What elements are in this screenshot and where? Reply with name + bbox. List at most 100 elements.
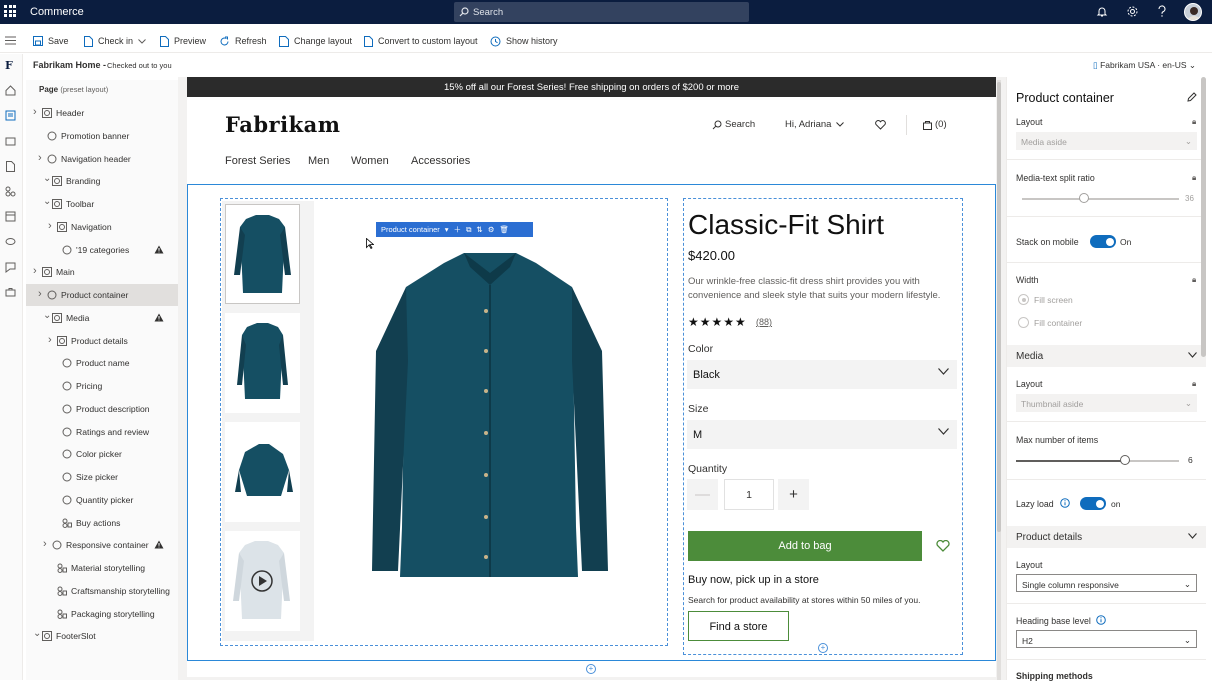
add-icon[interactable]: ＋: [454, 224, 462, 235]
tree-node[interactable]: Size picker: [26, 466, 178, 488]
heading-level-select[interactable]: H2 ⌄: [1016, 630, 1197, 648]
tree-node[interactable]: Color picker: [26, 443, 178, 465]
thumbnail-2[interactable]: [225, 313, 300, 413]
promotion-banner[interactable]: 15% off all our Forest Series! Free ship…: [187, 77, 996, 97]
refresh-button[interactable]: Refresh: [219, 35, 267, 47]
chevron-down-icon[interactable]: ⌄: [43, 310, 51, 321]
canvas-scrollbar[interactable]: [997, 82, 1001, 532]
preview-button[interactable]: Preview: [160, 35, 206, 47]
bell-icon[interactable]: [1096, 5, 1108, 18]
nav-men[interactable]: Men: [308, 155, 329, 167]
tree-node[interactable]: ⌄ Toolbar: [26, 193, 178, 215]
chevron-right-icon[interactable]: ›: [33, 106, 37, 118]
chevron-down-icon[interactable]: ⌄: [33, 628, 41, 639]
tree-node[interactable]: › Header: [26, 102, 178, 124]
user-avatar[interactable]: [1184, 3, 1202, 21]
info-icon[interactable]: [1060, 498, 1070, 508]
tree-root[interactable]: Page (preset layout): [39, 85, 108, 94]
media-library-icon[interactable]: [5, 136, 16, 147]
site-search-link[interactable]: Search: [712, 119, 755, 130]
tree-node[interactable]: › Product container: [26, 284, 178, 306]
lazy-load-toggle[interactable]: [1080, 497, 1106, 510]
pages-icon[interactable]: [5, 110, 16, 121]
media-section-header[interactable]: Media: [1007, 345, 1206, 367]
add-to-wishlist-button[interactable]: [928, 531, 957, 561]
tree-node[interactable]: Ratings and review: [26, 421, 178, 443]
app-launcher-icon[interactable]: [4, 5, 16, 17]
global-search-input[interactable]: Search: [454, 2, 749, 22]
move-icon[interactable]: ⇅: [476, 225, 482, 234]
tree-node[interactable]: › Navigation header: [26, 148, 178, 170]
thumbnail-video[interactable]: [225, 531, 300, 631]
tree-node[interactable]: Craftsmanship storytelling: [26, 580, 178, 602]
save-button[interactable]: Save: [33, 35, 69, 47]
nav-forest-series[interactable]: Forest Series: [225, 155, 290, 167]
chevron-right-icon[interactable]: ›: [33, 265, 37, 277]
settings-box-icon[interactable]: [5, 287, 16, 298]
help-icon[interactable]: [1157, 5, 1167, 18]
chevron-down-icon[interactable]: ⌄: [43, 173, 51, 184]
color-select[interactable]: Black: [687, 360, 957, 389]
nav-women[interactable]: Women: [351, 155, 389, 167]
convert-layout-button[interactable]: Convert to custom layout: [364, 35, 478, 47]
tree-node[interactable]: Pricing: [26, 375, 178, 397]
chevron-right-icon[interactable]: ›: [48, 220, 52, 232]
chevron-right-icon[interactable]: ›: [43, 538, 47, 550]
tree-node[interactable]: Buy actions: [26, 512, 178, 534]
tree-node[interactable]: › Product details: [26, 330, 178, 352]
show-history-button[interactable]: Show history: [490, 35, 558, 47]
change-layout-button[interactable]: Change layout: [279, 35, 352, 47]
tree-node[interactable]: Product description: [26, 398, 178, 420]
tree-node[interactable]: ⌄ FooterSlot: [26, 625, 178, 647]
url-icon[interactable]: [5, 236, 16, 247]
quantity-decrease-button[interactable]: —: [687, 479, 718, 510]
assets-icon[interactable]: [5, 262, 16, 273]
delete-icon[interactable]: 🗑: [499, 225, 509, 234]
copy-icon[interactable]: ⧉: [466, 225, 471, 235]
nav-accessories[interactable]: Accessories: [411, 155, 470, 167]
wishlist-heart-icon[interactable]: [875, 120, 886, 130]
fragments-icon[interactable]: [5, 161, 16, 172]
info-icon[interactable]: [1096, 615, 1106, 625]
gear-icon[interactable]: [1126, 5, 1139, 18]
tree-node[interactable]: Promotion banner: [26, 125, 178, 147]
chevron-down-icon[interactable]: ⌄: [43, 196, 51, 207]
home-icon[interactable]: [5, 85, 16, 96]
review-count-link[interactable]: (88): [756, 317, 772, 327]
locale-selector[interactable]: ▯ Fabrikam USA · en-US ⌄: [1093, 60, 1196, 71]
quantity-increase-button[interactable]: +: [778, 479, 809, 510]
tree-node[interactable]: Quantity picker: [26, 489, 178, 511]
properties-scrollbar[interactable]: [1201, 77, 1206, 357]
site-logo[interactable]: Fabrikam: [225, 112, 340, 137]
tree-node[interactable]: › Main: [26, 261, 178, 283]
thumbnail-3[interactable]: [225, 422, 300, 522]
size-select[interactable]: M: [687, 420, 957, 449]
tree-node[interactable]: ⌄ Media: [26, 307, 178, 329]
templates-icon[interactable]: [5, 186, 16, 197]
add-module-icon[interactable]: +: [586, 664, 596, 674]
check-in-button[interactable]: Check in: [84, 35, 151, 47]
product-details-section-header[interactable]: Product details: [1007, 526, 1206, 548]
add-module-icon[interactable]: +: [818, 643, 828, 653]
tree-node[interactable]: Packaging storytelling: [26, 603, 178, 625]
quantity-input[interactable]: 1: [724, 479, 774, 510]
max-items-slider[interactable]: [1120, 455, 1131, 465]
layouts-icon[interactable]: [5, 211, 16, 222]
tree-node[interactable]: Material storytelling: [26, 557, 178, 579]
thumbnail-1[interactable]: [225, 204, 300, 304]
chevron-down-icon[interactable]: ▾: [445, 225, 449, 234]
tree-node[interactable]: › Navigation: [26, 216, 178, 238]
chevron-right-icon[interactable]: ›: [38, 288, 42, 300]
hamburger-menu-icon[interactable]: [5, 36, 16, 45]
chevron-right-icon[interactable]: ›: [38, 152, 42, 164]
find-store-button[interactable]: Find a store: [688, 611, 789, 641]
tree-node[interactable]: › Responsive container: [26, 534, 178, 556]
edit-pencil-icon[interactable]: [1187, 92, 1197, 102]
main-product-image[interactable]: [314, 201, 666, 641]
details-layout-select[interactable]: Single column responsive ⌄: [1016, 574, 1197, 592]
cart-link[interactable]: (0): [923, 119, 947, 130]
tree-node[interactable]: Product name: [26, 352, 178, 374]
chevron-right-icon[interactable]: ›: [48, 334, 52, 346]
add-to-bag-button[interactable]: Add to bag: [688, 531, 922, 561]
stack-mobile-toggle[interactable]: [1090, 235, 1116, 248]
